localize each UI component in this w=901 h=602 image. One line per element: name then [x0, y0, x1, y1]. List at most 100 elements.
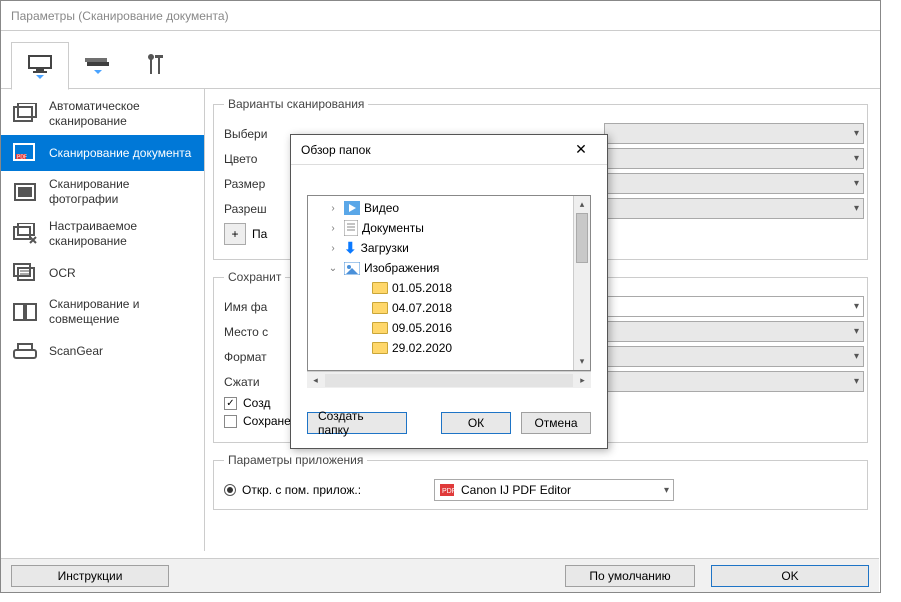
defaults-label: По умолчанию — [589, 569, 670, 583]
scroll-down-icon: ▾ — [574, 353, 590, 370]
folder-tree-list[interactable]: › Видео › Документы › ⬇ Загрузки ⌄ Изображения 01… — [308, 196, 573, 370]
tree-row-label: Видео — [364, 201, 399, 215]
top-tabs — [1, 31, 880, 89]
panel-icon — [83, 52, 113, 80]
create-folder-button[interactable]: Создать папку — [307, 412, 407, 434]
tree-expander-icon[interactable]: ⌄ — [326, 263, 340, 274]
ok-button[interactable]: OK — [711, 565, 869, 587]
tree-row[interactable]: 29.02.2020 — [308, 338, 573, 358]
scroll-left-icon: ◂ — [307, 375, 324, 386]
documents-folder-icon — [344, 220, 358, 236]
data-format-combo[interactable]: ▾ — [604, 346, 864, 367]
tree-row[interactable]: 04.07.2018 — [308, 298, 573, 318]
folder-icon — [372, 302, 388, 314]
pictures-folder-icon — [344, 262, 360, 275]
checkbox-icon — [224, 415, 237, 428]
dialog-cancel-label: Отмена — [534, 416, 577, 430]
dialog-button-row: Создать папку ОК Отмена — [291, 398, 607, 448]
checkbox-checked-icon: ✓ — [224, 397, 237, 410]
tree-row-label: 29.02.2020 — [392, 341, 452, 355]
dialog-cancel-button[interactable]: Отмена — [521, 412, 591, 434]
close-icon: ✕ — [575, 141, 587, 158]
downloads-icon: ⬇ — [344, 241, 357, 256]
open-with-radio[interactable]: Откр. с пом. прилож.: — [224, 483, 434, 497]
tree-row[interactable]: › ⬇ Загрузки — [308, 238, 573, 258]
dialog-close-button[interactable]: ✕ — [561, 138, 601, 162]
tree-row-label: 09.05.2016 — [392, 321, 452, 335]
defaults-button[interactable]: По умолчанию — [565, 565, 695, 587]
scroll-thumb[interactable] — [576, 213, 588, 263]
folder-tree: › Видео › Документы › ⬇ Загрузки ⌄ Изображения 01… — [307, 195, 591, 371]
save-location-combo[interactable]: ▾ — [604, 321, 864, 342]
sidebar-item-label: Сканирование и совмещение — [49, 297, 196, 327]
resolution-combo[interactable]: ▾ — [604, 198, 864, 219]
custom-scan-icon — [11, 222, 39, 246]
tree-row[interactable]: ⌄ Изображения — [308, 258, 573, 278]
pdf-app-icon: PDF — [439, 482, 455, 498]
ok-label: OK — [781, 569, 798, 583]
open-with-label: Откр. с пом. прилож.: — [242, 483, 361, 497]
chevron-down-icon: ▾ — [854, 178, 859, 189]
sidebar: Автоматическое сканирование PDF Сканиров… — [1, 89, 205, 551]
sidebar-item-auto-scan[interactable]: Автоматическое сканирование — [1, 93, 204, 135]
chevron-down-icon: ▾ — [854, 326, 859, 337]
chevron-down-icon: ▾ — [854, 153, 859, 164]
tree-row-label: Загрузки — [361, 241, 409, 255]
chevron-down-icon: ▾ — [854, 203, 859, 214]
radio-checked-icon — [224, 484, 236, 496]
sidebar-item-label: Сканирование фотографии — [49, 177, 196, 207]
scangear-icon — [11, 339, 39, 363]
open-with-app-combo[interactable]: PDF Canon IJ PDF Editor ▾ — [434, 479, 674, 501]
tree-row-label: Изображения — [364, 261, 439, 275]
tree-row-label: Документы — [362, 221, 424, 235]
tab-from-printer[interactable] — [69, 42, 127, 90]
tools-icon — [143, 52, 169, 80]
compression-combo[interactable]: ▾ — [604, 371, 864, 392]
auto-scan-icon — [11, 102, 39, 126]
app-options-legend: Параметры приложения — [224, 453, 367, 467]
vertical-scrollbar[interactable]: ▴ ▾ — [573, 196, 590, 370]
svg-text:PDF: PDF — [17, 155, 27, 161]
sidebar-item-scangear[interactable]: ScanGear — [1, 333, 204, 369]
scan-options-legend: Варианты сканирования — [224, 97, 368, 111]
monitor-icon — [25, 52, 55, 80]
params-label: Па — [252, 227, 267, 241]
horizontal-scrollbar[interactable]: ◂ ▸ — [307, 371, 591, 388]
filename-combo[interactable]: ▾ — [604, 296, 864, 317]
svg-text:PDF: PDF — [442, 488, 455, 495]
tree-expander-icon[interactable]: › — [326, 203, 340, 214]
open-with-app-name: Canon IJ PDF Editor — [461, 483, 571, 497]
stitch-icon — [11, 300, 39, 324]
sidebar-item-photo-scan[interactable]: Сканирование фотографии — [1, 171, 204, 213]
sidebar-item-document-scan[interactable]: PDF Сканирование документа — [1, 135, 204, 171]
dialog-ok-button[interactable]: ОК — [441, 412, 511, 434]
document-scan-icon: PDF — [11, 141, 39, 165]
chevron-down-icon: ▾ — [664, 485, 669, 496]
tab-settings[interactable] — [127, 42, 185, 90]
sidebar-item-custom-scan[interactable]: Настраиваемое сканирование — [1, 213, 204, 255]
dialog-ok-label: ОК — [468, 416, 484, 430]
folder-icon — [372, 342, 388, 354]
tab-from-computer[interactable] — [11, 42, 69, 90]
scroll-right-icon: ▸ — [574, 375, 591, 386]
color-mode-combo[interactable]: ▾ — [604, 148, 864, 169]
tree-expander-icon[interactable]: › — [326, 223, 340, 234]
check-create-label: Созд — [243, 396, 270, 410]
paper-size-combo[interactable]: ▾ — [604, 173, 864, 194]
dialog-title: Обзор папок — [301, 143, 371, 157]
scroll-up-icon: ▴ — [574, 196, 590, 213]
sidebar-item-stitch[interactable]: Сканирование и совмещение — [1, 291, 204, 333]
tree-row[interactable]: 01.05.2018 — [308, 278, 573, 298]
tree-row[interactable]: 09.05.2016 — [308, 318, 573, 338]
select-source-combo[interactable]: ▾ — [604, 123, 864, 144]
browse-folder-dialog: Обзор папок ✕ › Видео › Документы › ⬇ Загрузки… — [290, 134, 608, 449]
expand-options-button[interactable]: + — [224, 223, 246, 245]
window-title: Параметры (Сканирование документа) — [1, 1, 880, 31]
tree-expander-icon[interactable]: › — [326, 243, 340, 254]
hscroll-track[interactable] — [325, 374, 573, 387]
footer-bar: Инструкции По умолчанию OK — [1, 558, 879, 592]
instructions-button[interactable]: Инструкции — [11, 565, 169, 587]
sidebar-item-ocr[interactable]: OCR — [1, 255, 204, 291]
tree-row[interactable]: › Видео — [308, 198, 573, 218]
tree-row[interactable]: › Документы — [308, 218, 573, 238]
